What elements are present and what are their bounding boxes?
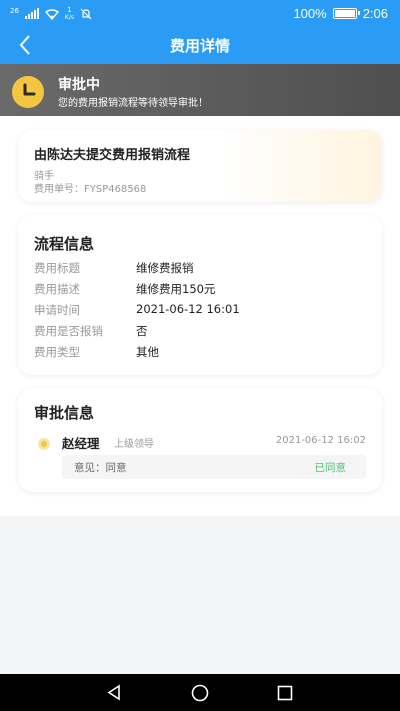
info-label: 费用类型	[34, 345, 80, 359]
flow-title: 由陈达夫提交费用报销流程	[34, 148, 191, 163]
info-value: 维修费用150元	[136, 282, 216, 296]
approval-status-banner: 审批中 您的费用报销流程等待领导审批！	[0, 64, 400, 116]
page-title: 费用详情	[169, 38, 230, 55]
approval-info-card: 审批信息 赵经理 上级领导 2021-06-12 16:02 意见：同意 已同意	[18, 388, 382, 492]
process-info-heading: 流程信息	[34, 235, 95, 253]
battery-icon	[332, 8, 360, 19]
status-left: 26 1 K/s	[10, 7, 92, 21]
navbar: 费用详情	[0, 28, 400, 64]
recent-apps-square-icon[interactable]	[277, 685, 293, 701]
flow-summary-card: 由陈达夫提交费用报销流程 骑手 费用单号：FYSP468568	[18, 130, 382, 202]
mute-bell-icon	[80, 8, 92, 20]
network-type-label: 26	[10, 7, 19, 15]
approver-name: 赵经理	[62, 436, 100, 451]
approval-info-heading: 审批信息	[34, 404, 95, 422]
banner-title: 审批中	[58, 77, 100, 93]
network-speed-value: 1	[67, 6, 72, 14]
approver-role: 上级领导	[114, 439, 154, 450]
info-value: 否	[136, 324, 148, 338]
approval-opinion-box: 意见：同意 已同意	[62, 455, 366, 479]
info-label: 费用标题	[34, 261, 80, 275]
clock-icon	[12, 76, 44, 108]
info-value: 维修费报销	[136, 261, 194, 275]
info-label: 费用描述	[34, 282, 80, 296]
system-nav-bar	[0, 674, 400, 711]
home-circle-icon[interactable]	[191, 684, 209, 702]
process-info-card: 流程信息 费用标题 维修费报销 费用描述 维修费用150元 申请时间 2021-…	[18, 215, 382, 375]
approval-opinion: 意见：同意	[74, 462, 127, 474]
battery-percent: 100%	[293, 6, 327, 21]
expense-number: 费用单号：FYSP468568	[34, 184, 147, 195]
network-speed-unit: K/s	[64, 14, 75, 21]
approval-time: 2021-06-12 16:02	[275, 435, 366, 446]
info-value: 2021-06-12 16:01	[136, 302, 240, 316]
info-value: 其他	[136, 345, 159, 359]
network-speed: 1 K/s	[64, 6, 75, 22]
clock-time: 2:06	[362, 6, 388, 21]
status-right: 100% 2:06	[293, 6, 388, 21]
status-bar: 26 1 K/s 100% 2:06	[0, 0, 400, 28]
signal-icon	[24, 8, 39, 19]
wifi-icon	[44, 8, 59, 20]
info-label: 申请时间	[34, 303, 80, 317]
approval-status-label: 已同意	[314, 462, 347, 474]
info-label: 费用是否报销	[34, 324, 103, 338]
page-bottom-area	[0, 516, 400, 674]
approver-status-dot-icon	[38, 438, 50, 450]
banner-subtitle: 您的费用报销流程等待领导审批！	[58, 98, 208, 109]
back-triangle-icon[interactable]	[106, 684, 122, 701]
